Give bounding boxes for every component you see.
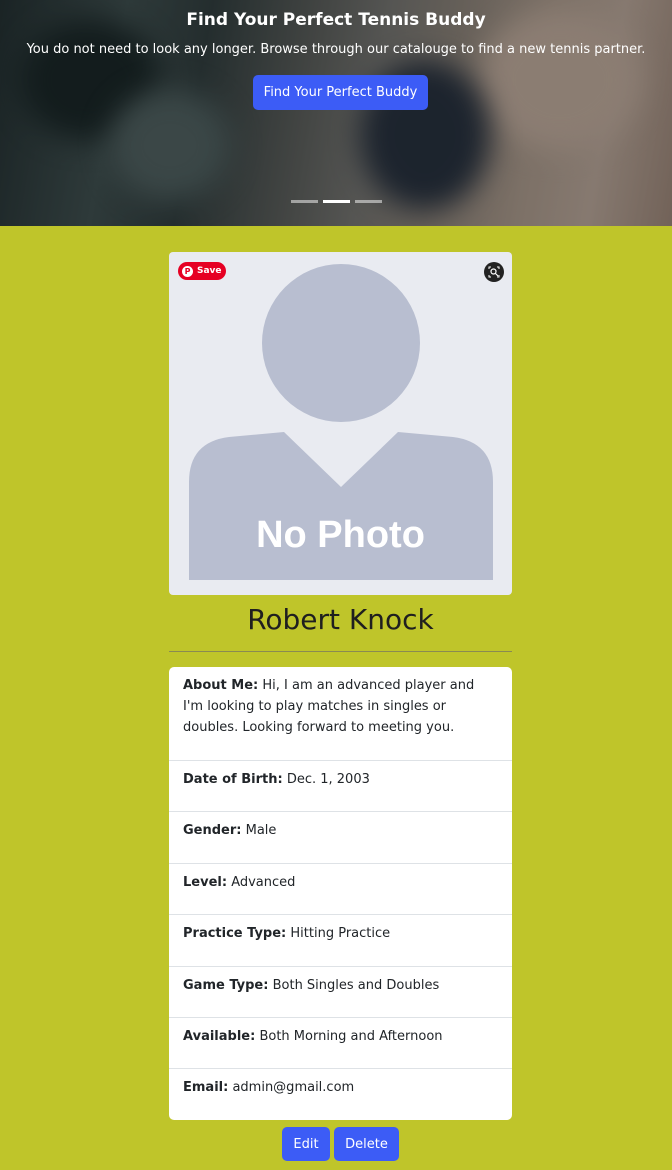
hero-overlay [0, 0, 672, 226]
profile-photo: No Photo P Save [169, 252, 512, 595]
carousel-indicator-2[interactable] [322, 200, 350, 203]
date-of-birth-row: Date of Birth: Dec. 1, 2003 [169, 761, 512, 812]
profile-details: About Me: Hi, I am an advanced player an… [169, 667, 512, 1120]
available-row: Available: Both Morning and Afternoon [169, 1018, 512, 1069]
carousel-indicator-3[interactable] [354, 200, 382, 203]
field-value: admin@gmail.com [232, 1080, 355, 1095]
avatar-body [189, 432, 493, 580]
profile-actions: Edit Delete [282, 1127, 399, 1161]
carousel-indicator-1[interactable] [290, 200, 318, 203]
carousel-indicators [0, 200, 672, 203]
field-label: About Me: [183, 678, 259, 693]
level-row: Level: Advanced [169, 864, 512, 915]
about-me-row: About Me: Hi, I am an advanced player an… [169, 667, 512, 761]
pinterest-save-label: Save [197, 266, 222, 276]
pinterest-save-button[interactable]: P Save [178, 262, 226, 280]
hero-carousel: Find Your Perfect Tennis Buddy You do no… [0, 0, 672, 226]
field-value: Dec. 1, 2003 [286, 772, 370, 787]
hero-subtitle: You do not need to look any longer. Brow… [26, 42, 646, 57]
no-photo-text: No Photo [256, 514, 425, 556]
field-value: Both Morning and Afternoon [259, 1029, 443, 1044]
field-value: Advanced [231, 875, 296, 890]
field-label: Date of Birth: [183, 772, 283, 787]
field-label: Level: [183, 875, 228, 890]
practice-type-row: Practice Type: Hitting Practice [169, 915, 512, 967]
field-value: Hitting Practice [290, 926, 391, 941]
field-value: Male [245, 823, 277, 838]
delete-button[interactable]: Delete [334, 1127, 399, 1161]
game-type-row: Game Type: Both Singles and Doubles [169, 967, 512, 1018]
field-value: Both Singles and Doubles [272, 978, 440, 993]
avatar-head [262, 264, 420, 422]
gender-row: Gender: Male [169, 812, 512, 864]
email-row: Email: admin@gmail.com [169, 1069, 512, 1120]
pinterest-icon: P [182, 265, 193, 277]
field-label: Email: [183, 1080, 229, 1095]
edit-button[interactable]: Edit [282, 1127, 330, 1161]
hero-title: Find Your Perfect Tennis Buddy [186, 10, 486, 30]
field-label: Game Type: [183, 978, 269, 993]
field-label: Practice Type: [183, 926, 287, 941]
profile-name: Robert Knock [247, 603, 434, 636]
find-buddy-button[interactable]: Find Your Perfect Buddy [253, 75, 428, 110]
divider [169, 651, 512, 652]
field-label: Gender: [183, 823, 242, 838]
visual-search-icon[interactable] [484, 262, 504, 282]
field-label: Available: [183, 1029, 256, 1044]
